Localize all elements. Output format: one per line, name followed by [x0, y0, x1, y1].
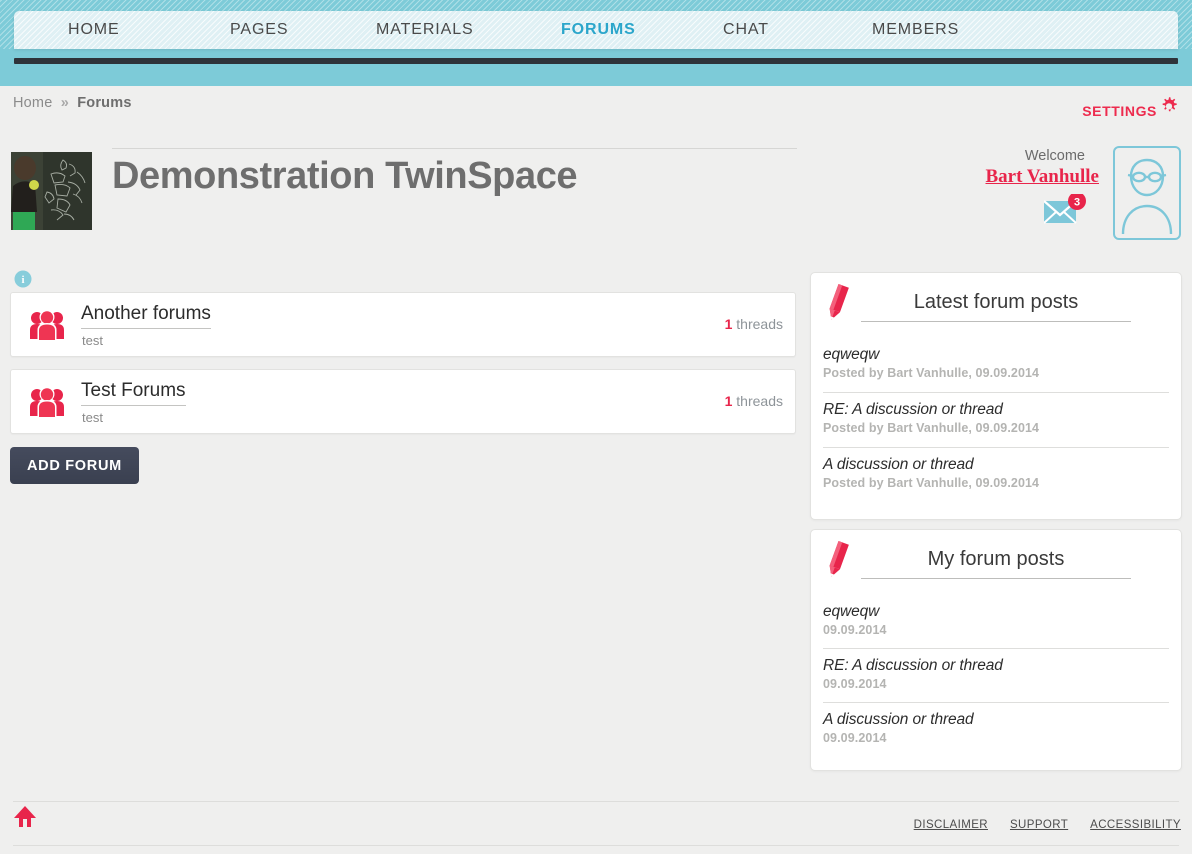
- nav-item-chat[interactable]: CHAT: [723, 21, 769, 39]
- post-title[interactable]: eqweqw: [823, 346, 879, 363]
- footer-links: DISCLAIMER SUPPORT ACCESSIBILITY: [914, 819, 1181, 831]
- post-list: eqweqw Posted by Bart Vanhulle, 09.09.201…: [811, 335, 1181, 502]
- breadcrumb-separator: »: [60, 95, 69, 111]
- panel-header: Latest forum posts: [811, 273, 1181, 335]
- messages-button[interactable]: 3: [1043, 192, 1088, 228]
- post-meta: 09.09.2014: [823, 731, 887, 745]
- forum-group-icon: [30, 309, 64, 345]
- svg-text:i: i: [21, 274, 24, 286]
- post-item[interactable]: eqweqw Posted by Bart Vanhulle, 09.09.201…: [823, 341, 1169, 393]
- add-forum-button[interactable]: ADD FORUM: [10, 447, 139, 484]
- nav-item-members[interactable]: MEMBERS: [872, 21, 959, 39]
- forum-description: test: [82, 333, 103, 348]
- forum-description: test: [82, 410, 103, 425]
- footer-top-divider: [13, 801, 1179, 802]
- gear-icon: [1158, 95, 1180, 122]
- welcome-label: Welcome: [1024, 148, 1085, 164]
- page-title: Demonstration TwinSpace: [112, 155, 578, 197]
- top-bar: HOME PAGES MATERIALS FORUMS CHAT MEMBERS: [0, 0, 1192, 86]
- forum-thread-count: 1 threads: [725, 316, 783, 332]
- panel-header: My forum posts: [811, 530, 1181, 592]
- pencil-icon: [824, 283, 852, 328]
- user-name-link[interactable]: Bart Vanhulle: [985, 166, 1099, 188]
- post-title[interactable]: A discussion or thread: [823, 711, 974, 728]
- panel-title: My forum posts: [861, 548, 1131, 579]
- forum-row[interactable]: Another forums test 1 threads: [10, 292, 796, 357]
- nav-item-pages[interactable]: PAGES: [230, 21, 288, 39]
- latest-forum-posts-panel: Latest forum posts eqweqw Posted by Bart …: [810, 272, 1182, 520]
- my-forum-posts-panel: My forum posts eqweqw 09.09.2014 RE: A dis…: [810, 529, 1182, 771]
- thread-count-number: 1: [724, 316, 733, 332]
- nav-accent-bar: [14, 58, 1178, 64]
- post-title[interactable]: eqweqw: [823, 603, 879, 620]
- post-title[interactable]: RE: A discussion or thread: [823, 401, 1003, 418]
- settings-button[interactable]: SETTINGS: [1082, 97, 1180, 122]
- title-divider: [112, 148, 797, 149]
- twinspace-header: Demonstration TwinSpace: [11, 148, 801, 232]
- post-meta: Posted by Bart Vanhulle, 09.09.2014: [823, 366, 1040, 380]
- forum-row[interactable]: Test Forums test 1 threads: [10, 369, 796, 434]
- footer-bottom-divider: [13, 845, 1179, 846]
- post-item[interactable]: RE: A discussion or thread Posted by Bart…: [823, 393, 1169, 448]
- breadcrumb-current: Forums: [77, 95, 132, 111]
- footer-link-support[interactable]: SUPPORT: [1010, 819, 1068, 831]
- pencil-icon: [824, 540, 852, 585]
- post-meta: 09.09.2014: [823, 677, 887, 691]
- info-icon[interactable]: i: [14, 270, 32, 293]
- forum-name-link[interactable]: Test Forums: [81, 380, 186, 406]
- post-meta: Posted by Bart Vanhulle, 09.09.2014: [823, 421, 1040, 435]
- post-title[interactable]: A discussion or thread: [823, 456, 974, 473]
- footer-link-disclaimer[interactable]: DISCLAIMER: [914, 819, 988, 831]
- forum-name-link[interactable]: Another forums: [81, 303, 211, 329]
- twinspace-thumbnail: [11, 152, 92, 230]
- thread-count-number: 1: [724, 393, 733, 409]
- settings-label: SETTINGS: [1082, 102, 1157, 119]
- post-item[interactable]: eqweqw 09.09.2014: [823, 598, 1169, 649]
- nav-item-home[interactable]: HOME: [68, 21, 120, 39]
- footer-link-accessibility[interactable]: ACCESSIBILITY: [1090, 819, 1181, 831]
- main-navigation: HOME PAGES MATERIALS FORUMS CHAT MEMBERS: [14, 11, 1178, 49]
- forum-group-icon: [30, 386, 64, 422]
- panel-title: Latest forum posts: [861, 291, 1131, 322]
- post-meta: 09.09.2014: [823, 623, 887, 637]
- messages-badge-count: 3: [1074, 197, 1080, 209]
- post-meta: Posted by Bart Vanhulle, 09.09.2014: [823, 476, 1040, 490]
- nav-item-materials[interactable]: MATERIALS: [376, 21, 474, 39]
- home-icon[interactable]: [13, 805, 37, 834]
- post-list: eqweqw 09.09.2014 RE: A discussion or thre…: [811, 592, 1181, 756]
- avatar[interactable]: [1113, 146, 1181, 240]
- post-title[interactable]: RE: A discussion or thread: [823, 657, 1003, 674]
- post-item[interactable]: RE: A discussion or thread 09.09.2014: [823, 649, 1169, 703]
- forum-thread-count: 1 threads: [725, 393, 783, 409]
- thread-count-label: threads: [736, 393, 783, 409]
- post-item[interactable]: A discussion or thread 09.09.2014: [823, 703, 1169, 756]
- thread-count-label: threads: [736, 316, 783, 332]
- user-welcome-block: Welcome Bart Vanhulle 3: [929, 146, 1181, 242]
- breadcrumb: Home » Forums: [13, 95, 132, 111]
- breadcrumb-home-link[interactable]: Home: [13, 95, 52, 111]
- forum-list: Another forums test 1 threads Test Forums te…: [10, 292, 796, 446]
- nav-item-forums[interactable]: FORUMS: [561, 21, 636, 39]
- post-item[interactable]: A discussion or thread Posted by Bart Van…: [823, 448, 1169, 502]
